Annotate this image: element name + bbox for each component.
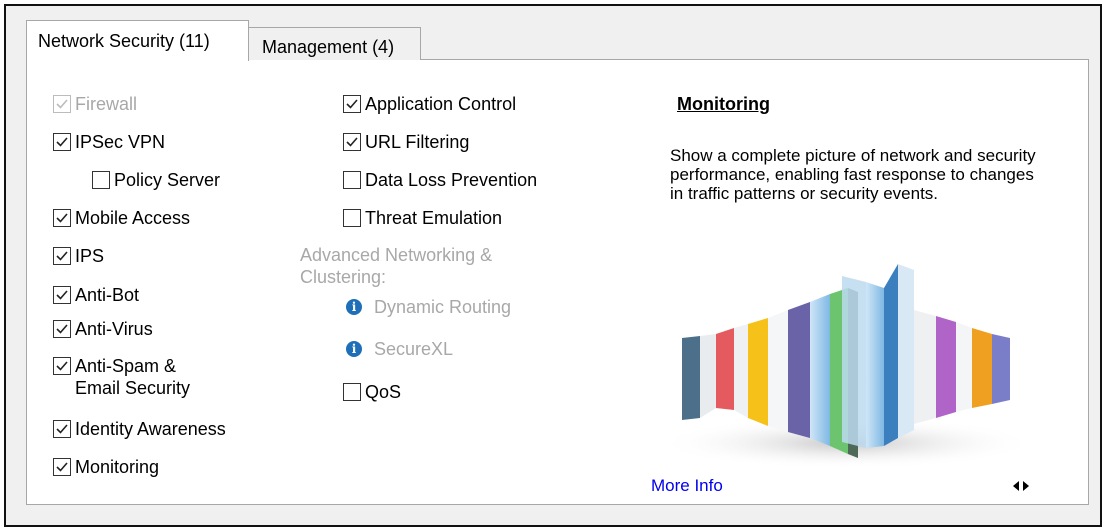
- description-text: Show a complete picture of network and s…: [670, 146, 1036, 203]
- checkbox-threat-emulation-box[interactable]: [343, 209, 361, 227]
- tab-management[interactable]: Management (4): [249, 27, 421, 60]
- checkbox-url-filtering-label: URL Filtering: [365, 132, 470, 152]
- monitoring-illustration: [652, 258, 1042, 470]
- checkbox-policy-server[interactable]: Policy Server: [92, 169, 220, 191]
- checkbox-anti-spam-box[interactable]: [53, 357, 71, 375]
- securexl-label: SecureXL: [374, 339, 454, 359]
- checkbox-anti-spam[interactable]: Anti-Spam & Email Security: [53, 355, 190, 399]
- checkbox-anti-virus-box[interactable]: [53, 320, 71, 338]
- checkbox-mobile-access[interactable]: Mobile Access: [53, 207, 190, 229]
- prev-next-arrows[interactable]: [1012, 479, 1030, 498]
- checkbox-anti-virus-label: Anti-Virus: [75, 319, 153, 339]
- left-right-arrows-icon[interactable]: [1012, 479, 1030, 493]
- advanced-networking-group-label: Advanced Networking & Clustering:: [300, 244, 540, 288]
- info-icon[interactable]: i: [346, 299, 362, 315]
- checkbox-policy-server-label: Policy Server: [114, 170, 221, 190]
- checkbox-monitoring-box[interactable]: [53, 458, 71, 476]
- checkbox-anti-spam-label-line1: Anti-Spam &: [75, 356, 177, 376]
- checkbox-ips-box[interactable]: [53, 247, 71, 265]
- checkbox-qos-box[interactable]: [343, 383, 361, 401]
- checkbox-anti-spam-label: Anti-Spam & Email Security: [75, 355, 190, 399]
- checkbox-anti-spam-label-line2: Email Security: [75, 378, 191, 398]
- tab-management-label: Management (4): [262, 37, 395, 57]
- checkbox-data-loss-prevention-label: Data Loss Prevention: [365, 170, 538, 190]
- checkbox-identity-awareness-label: Identity Awareness: [75, 419, 226, 439]
- checkbox-anti-bot-box[interactable]: [53, 286, 71, 304]
- more-info-link[interactable]: More Info: [651, 476, 723, 496]
- checkbox-firewall-label: Firewall: [75, 94, 138, 114]
- checkbox-ipsec-vpn-box[interactable]: [53, 133, 71, 151]
- checkbox-data-loss-prevention-box[interactable]: [343, 171, 361, 189]
- checkbox-firewall: Firewall: [53, 93, 137, 115]
- tab-network-security-label: Network Security (11): [38, 31, 210, 51]
- checkbox-qos[interactable]: QoS: [343, 381, 401, 403]
- checkbox-threat-emulation[interactable]: Threat Emulation: [343, 207, 502, 229]
- checkbox-ips[interactable]: IPS: [53, 245, 104, 267]
- checkbox-application-control-box[interactable]: [343, 95, 361, 113]
- info-icon[interactable]: i: [346, 341, 362, 357]
- checkbox-ips-label: IPS: [75, 246, 105, 266]
- checkbox-url-filtering[interactable]: URL Filtering: [343, 131, 469, 153]
- securexl-item: i SecureXL: [346, 338, 453, 360]
- advanced-networking-label-line1: Advanced Networking &: [300, 245, 493, 265]
- checkbox-firewall-box: [53, 95, 71, 113]
- dynamic-routing-label: Dynamic Routing: [374, 297, 512, 317]
- checkbox-application-control-label: Application Control: [365, 94, 517, 114]
- checkbox-anti-bot[interactable]: Anti-Bot: [53, 284, 139, 306]
- checkbox-qos-label: QoS: [365, 382, 402, 402]
- checkbox-monitoring-label: Monitoring: [75, 457, 160, 477]
- dynamic-routing-item: i Dynamic Routing: [346, 296, 511, 318]
- checkbox-threat-emulation-label: Threat Emulation: [365, 208, 503, 228]
- checkbox-anti-virus[interactable]: Anti-Virus: [53, 318, 153, 340]
- checkbox-policy-server-box[interactable]: [92, 171, 110, 189]
- checkbox-application-control[interactable]: Application Control: [343, 93, 516, 115]
- description-title: Monitoring: [677, 94, 770, 114]
- checkbox-data-loss-prevention[interactable]: Data Loss Prevention: [343, 169, 537, 191]
- checkbox-mobile-access-box[interactable]: [53, 209, 71, 227]
- checkbox-identity-awareness-box[interactable]: [53, 420, 71, 438]
- checkbox-identity-awareness[interactable]: Identity Awareness: [53, 418, 226, 440]
- checkbox-monitoring[interactable]: Monitoring: [53, 456, 159, 478]
- checkbox-ipsec-vpn-label: IPSec VPN: [75, 132, 166, 152]
- checkbox-ipsec-vpn[interactable]: IPSec VPN: [53, 131, 165, 153]
- checkbox-anti-bot-label: Anti-Bot: [75, 285, 140, 305]
- tab-network-security[interactable]: Network Security (11): [26, 20, 249, 61]
- checkbox-url-filtering-box[interactable]: [343, 133, 361, 151]
- checkbox-mobile-access-label: Mobile Access: [75, 208, 191, 228]
- advanced-networking-label-line2: Clustering:: [300, 267, 387, 287]
